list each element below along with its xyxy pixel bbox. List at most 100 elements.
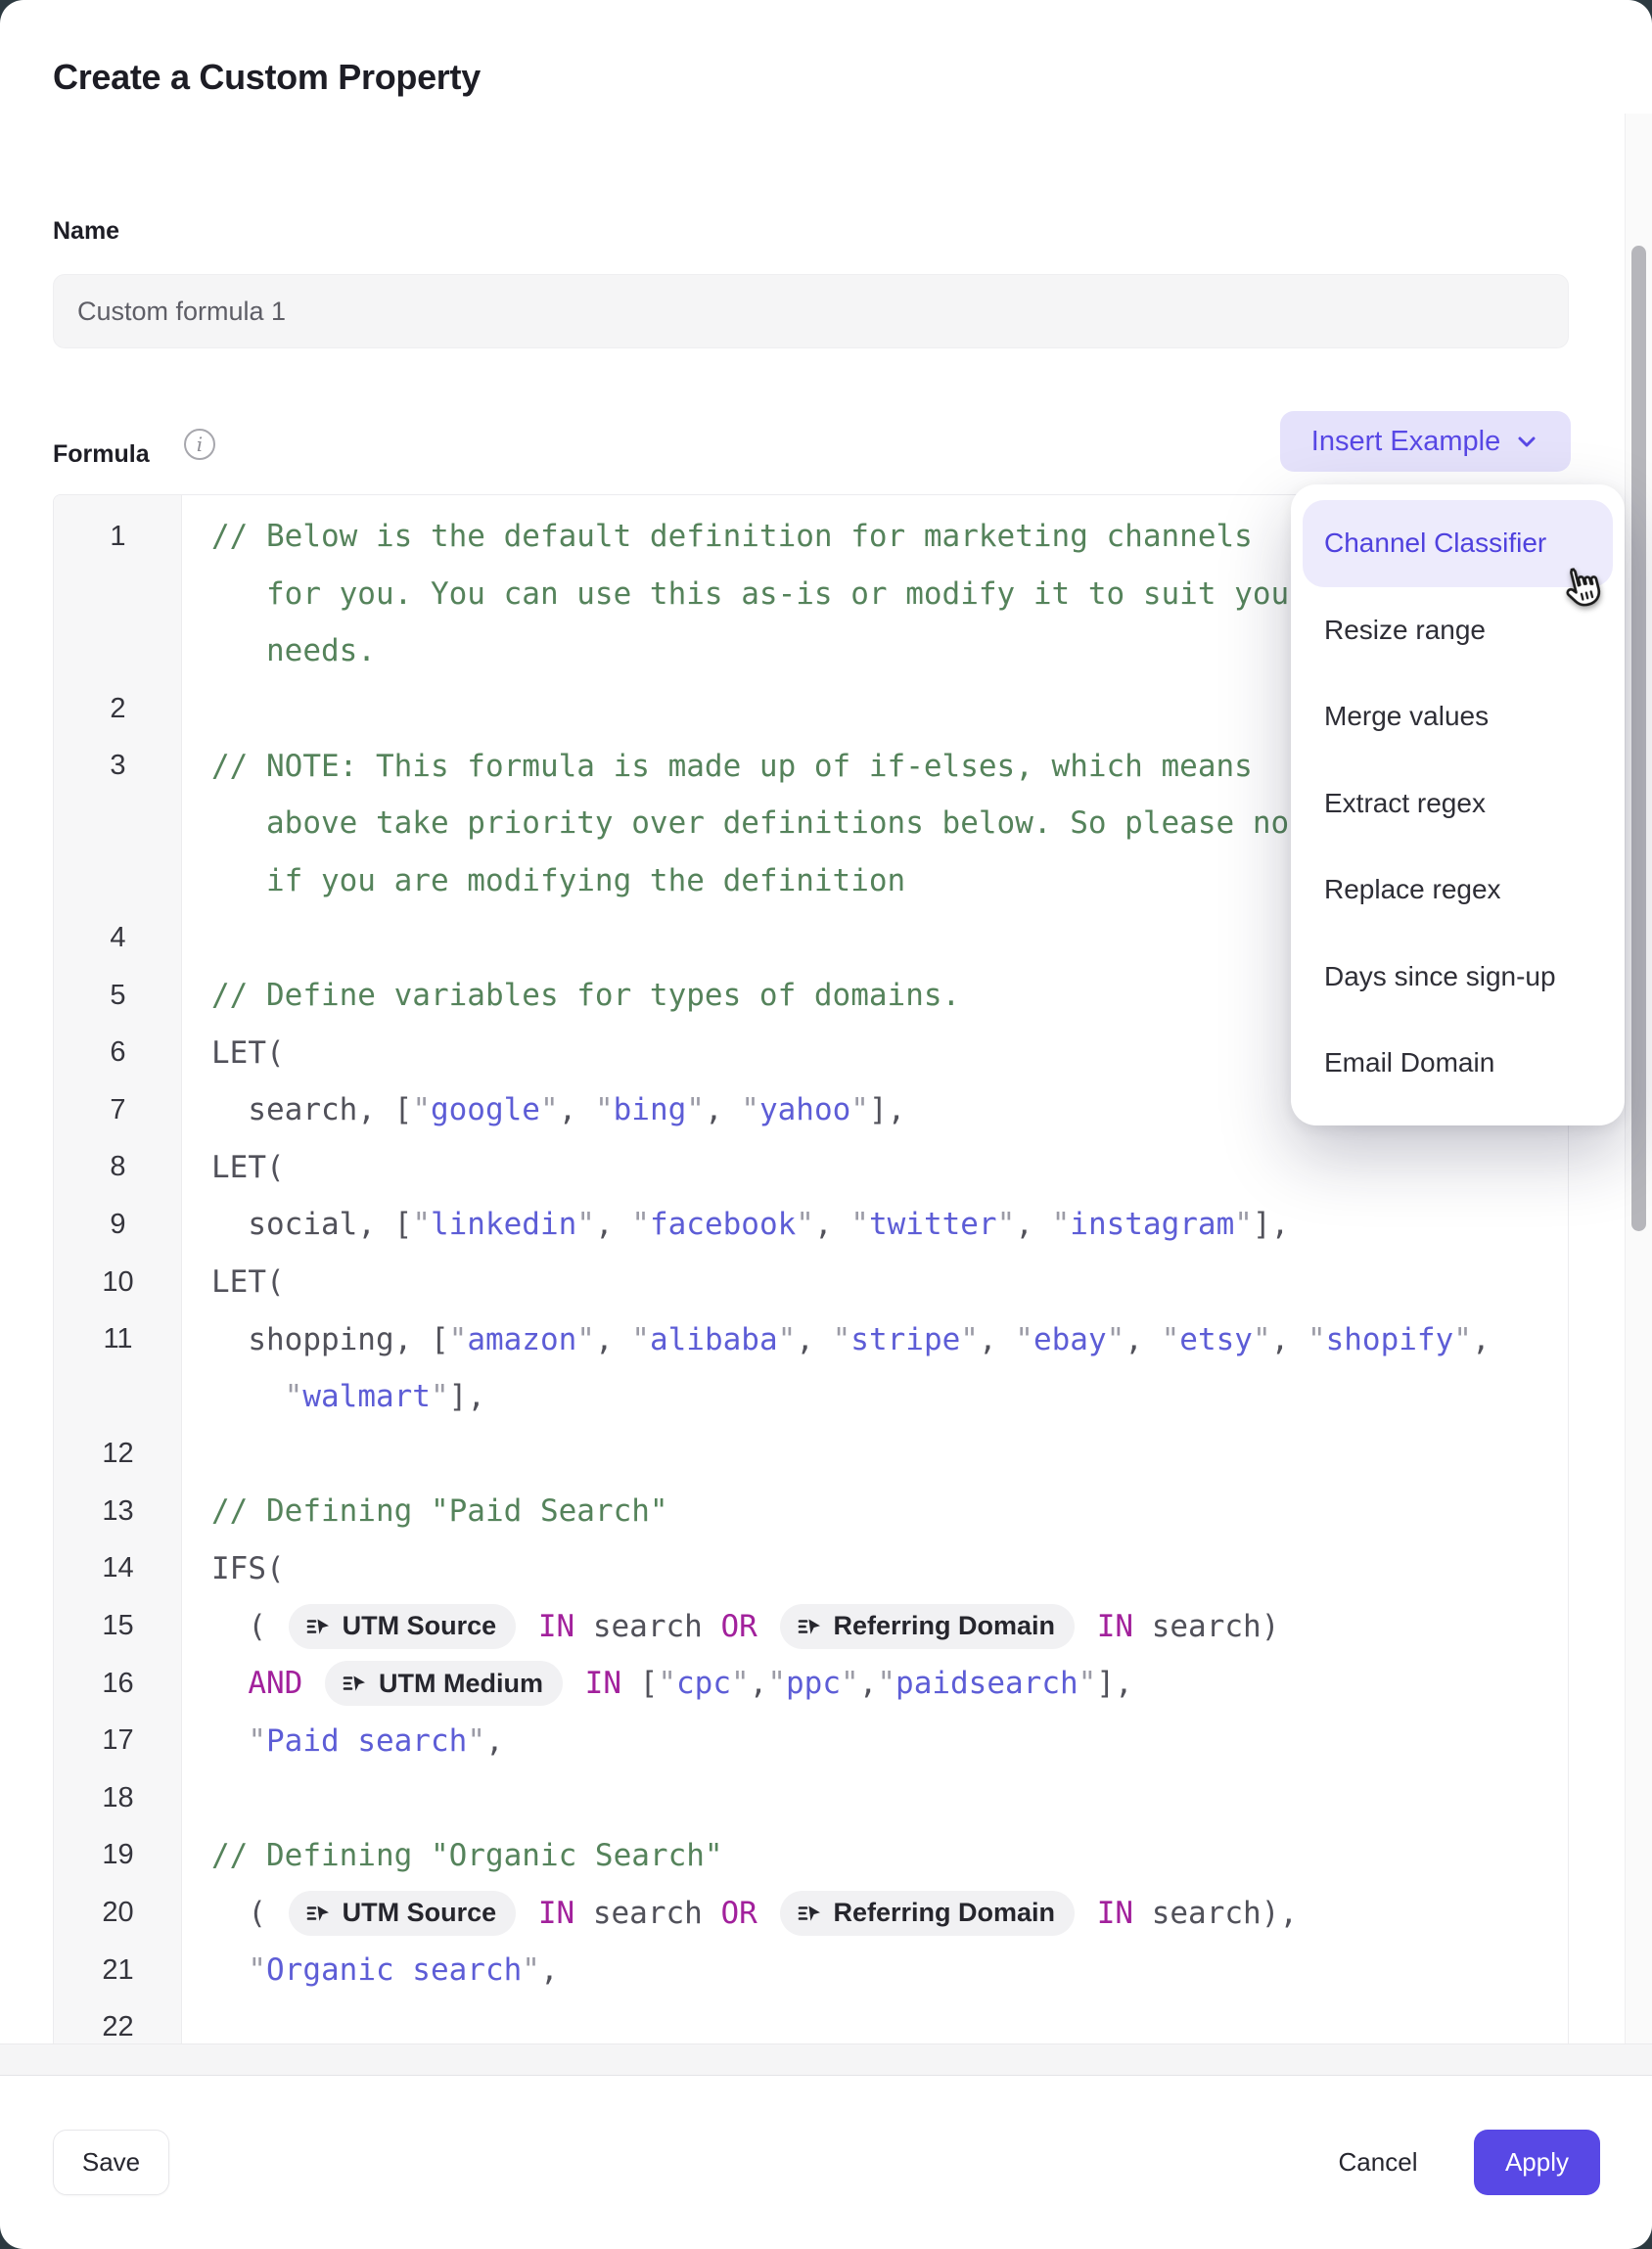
code-segment: // NOTE: This formula is made up of if-e… [211, 749, 1253, 784]
code-segment: , [595, 1322, 631, 1357]
cancel-button[interactable]: Cancel [1319, 2130, 1437, 2195]
code-segment: " [833, 1322, 851, 1357]
code-segment: " [1253, 1322, 1271, 1357]
code-segment: " [412, 1092, 431, 1127]
line-number: 10 [54, 1266, 182, 1299]
line-number: 7 [54, 1094, 182, 1126]
code-row-content: ( UTM Source IN search OR Referring Doma… [182, 1604, 1279, 1649]
code-segment: " [431, 1379, 449, 1414]
code-segment: " [1308, 1322, 1326, 1357]
line-number: 13 [54, 1495, 182, 1528]
code-segment: IN [585, 1666, 621, 1701]
code-segment: if you are modifying the definition [211, 863, 905, 898]
code-segment: " [467, 1723, 485, 1759]
property-chip-label: UTM Source [343, 1611, 497, 1641]
insert-example-button[interactable]: Insert Example [1280, 411, 1571, 472]
code-row-content: LET( [182, 1264, 285, 1300]
line-number: 3 [54, 750, 182, 782]
property-cursor-icon [796, 1613, 823, 1640]
code-segment: " [449, 1322, 468, 1357]
code-segment: " [1453, 1322, 1472, 1357]
code-segment [520, 1609, 538, 1644]
menu-item-replace-regex[interactable]: Replace regex [1303, 847, 1613, 934]
code-segment: " [1107, 1322, 1125, 1357]
code-row-content: shopping, ["amazon", "alibaba", "stripe"… [182, 1322, 1491, 1357]
code-segment: needs. [211, 633, 376, 668]
menu-item-extract-regex[interactable]: Extract regex [1303, 760, 1613, 848]
code-segment: , [540, 1952, 559, 1988]
code-segment: facebook [650, 1207, 796, 1242]
code-segment: for you. You can use this as-is or modif… [211, 576, 1308, 612]
property-chip[interactable]: Referring Domain [780, 1891, 1076, 1936]
code-segment: above take priority over definitions bel… [211, 805, 1325, 841]
code-segment: " [778, 1322, 797, 1357]
code-segment: // Defining "Paid Search" [211, 1493, 668, 1529]
line-number: 2 [54, 693, 182, 725]
code-row-content: LET( [182, 1150, 285, 1185]
line-number: 6 [54, 1036, 182, 1069]
code-segment: " [1015, 1322, 1033, 1357]
code-segment: , [705, 1092, 741, 1127]
code-segment [567, 1666, 585, 1701]
code-segment [302, 1666, 321, 1701]
line-number: 22 [54, 2011, 182, 2043]
code-segment [211, 1666, 248, 1701]
code-segment: instagram [1070, 1207, 1234, 1242]
code-segment [1078, 1609, 1097, 1644]
code-segment: ], [1096, 1666, 1132, 1701]
name-input[interactable] [53, 274, 1569, 348]
code-segment: IN [1097, 1609, 1133, 1644]
name-label: Name [53, 217, 119, 246]
code-segment: ], [869, 1092, 905, 1127]
property-chip[interactable]: Referring Domain [780, 1604, 1076, 1649]
vertical-scrollbar-thumb[interactable] [1631, 246, 1646, 1231]
menu-item-merge-values[interactable]: Merge values [1303, 673, 1613, 760]
property-chip[interactable]: UTM Source [289, 1891, 517, 1936]
code-segment: stripe [850, 1322, 960, 1357]
code-row-content: // Defining "Organic Search" [182, 1838, 723, 1873]
code-segment: ( [211, 1896, 285, 1931]
code-row: 16 AND UTM Medium IN ["cpc","ppc","paids… [54, 1655, 1568, 1713]
code-row-content: // Defining "Paid Search" [182, 1493, 668, 1529]
code-segment: bing [614, 1092, 687, 1127]
menu-item-email-domain[interactable]: Email Domain [1303, 1020, 1613, 1107]
code-segment: [ [621, 1666, 658, 1701]
code-segment: " [850, 1207, 869, 1242]
info-circle-icon[interactable]: i [184, 429, 215, 460]
apply-button[interactable]: Apply [1474, 2130, 1600, 2195]
code-segment: IN [538, 1609, 574, 1644]
code-row: "walmart"], [54, 1368, 1568, 1426]
code-segment: " [658, 1666, 676, 1701]
code-segment: , [1271, 1322, 1308, 1357]
property-cursor-icon [304, 1900, 332, 1927]
save-button[interactable]: Save [53, 2130, 169, 2195]
code-row-content: ( UTM Source IN search OR Referring Doma… [182, 1891, 1298, 1936]
code-segment: IN [1097, 1896, 1133, 1931]
property-chip[interactable]: UTM Source [289, 1604, 517, 1649]
code-row: 19// Defining "Organic Search" [54, 1827, 1568, 1885]
code-segment: " [1162, 1322, 1180, 1357]
property-cursor-icon [341, 1670, 368, 1697]
code-row: 12 [54, 1426, 1568, 1484]
code-segment: search [574, 1609, 720, 1644]
code-segment: shopify [1326, 1322, 1454, 1357]
property-chip[interactable]: UTM Medium [325, 1661, 563, 1706]
code-segment: cpc [676, 1666, 731, 1701]
code-row: 18 [54, 1769, 1568, 1827]
code-segment: , [814, 1207, 850, 1242]
line-number: 21 [54, 1954, 182, 1987]
code-segment: LET( [211, 1035, 285, 1071]
code-segment: ], [1253, 1207, 1289, 1242]
code-row: 9 social, ["linkedin", "facebook", "twit… [54, 1196, 1568, 1254]
code-segment: " [285, 1379, 303, 1414]
code-segment: IFS( [211, 1551, 285, 1586]
line-number: 8 [54, 1151, 182, 1183]
menu-item-days-since-sign-up[interactable]: Days since sign-up [1303, 934, 1613, 1021]
code-segment: LET( [211, 1264, 285, 1300]
code-segment: , [979, 1322, 1015, 1357]
code-segment: " [767, 1666, 786, 1701]
code-segment: " [576, 1207, 595, 1242]
code-segment: OR [721, 1609, 757, 1644]
code-segment: amazon [467, 1322, 576, 1357]
code-row-content: search, ["google", "bing", "yahoo"], [182, 1092, 905, 1127]
